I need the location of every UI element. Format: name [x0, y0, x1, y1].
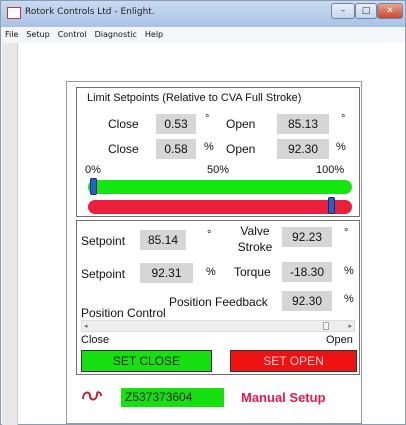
percent-unit: %: [206, 266, 216, 278]
menu-diagnostic[interactable]: Diagnostic: [91, 27, 141, 39]
close-limit-slider[interactable]: [88, 180, 352, 194]
close-limit-slider-handle[interactable]: [90, 178, 98, 195]
open-limit-slider-handle[interactable]: [327, 197, 335, 214]
valve-stroke-label-line1: Valve: [240, 224, 270, 238]
menu-control[interactable]: Control: [54, 27, 91, 39]
position-feedback-label: Position Feedback: [169, 295, 268, 309]
app-icon: [7, 7, 21, 19]
set-open-button[interactable]: SET OPEN: [230, 350, 357, 372]
limit-setpoints-heading: Limit Setpoints (Relative to CVA Full St…: [87, 92, 302, 104]
torque-label: Torque: [234, 265, 271, 279]
rotork-logo-icon: [82, 391, 102, 401]
left-scrollbar[interactable]: [2, 43, 18, 425]
degree-unit: °: [207, 229, 212, 241]
app-window: Rotork Controls Ltd - Enlight. – □ ✕ Fil…: [0, 0, 406, 425]
menu-file[interactable]: File: [1, 27, 22, 39]
open-label: Open: [226, 142, 256, 156]
degree-unit: °: [344, 227, 349, 239]
close-percent-value: 0.58: [156, 139, 196, 159]
close-label: Close: [108, 142, 139, 156]
valve-stroke-label-line2: Stroke: [237, 240, 273, 254]
close-label: Close: [108, 117, 139, 131]
open-percent-value: 92.30: [277, 139, 329, 159]
title-bar: Rotork Controls Ltd - Enlight. – □ ✕: [1, 1, 405, 27]
valve-stroke-label: Valve Stroke: [236, 223, 274, 255]
close-button[interactable]: ✕: [377, 3, 403, 19]
degree-unit: °: [341, 113, 346, 125]
setpoint-label: Setpoint: [81, 267, 126, 281]
setpoint-percent-value: 92.31: [140, 263, 193, 283]
position-control-label: Position Control: [81, 306, 166, 320]
position-feedback-value: 92.30: [282, 291, 332, 311]
percent-unit: %: [344, 293, 354, 305]
open-degrees-value: 85.13: [277, 114, 329, 134]
maximize-button[interactable]: □: [355, 3, 377, 19]
scroll-thumb[interactable]: [322, 322, 329, 330]
open-limit-slider[interactable]: [88, 200, 352, 214]
degree-unit: °: [205, 113, 210, 125]
minimize-button[interactable]: –: [331, 3, 355, 19]
scroll-left-arrow-icon[interactable]: ◂: [84, 321, 88, 331]
close-degrees-value: 0.53: [156, 114, 196, 134]
menu-help[interactable]: Help: [141, 27, 167, 39]
scale-100-label: 100%: [316, 164, 345, 176]
setpoint-label: Setpoint: [81, 234, 126, 248]
position-control-scrollbar[interactable]: ◂ ▸: [81, 320, 355, 332]
mode-label: Manual Setup: [241, 390, 326, 405]
serial-number: Z537373604: [121, 388, 224, 407]
scale-0-label: 0%: [85, 164, 101, 176]
close-end-label: Close: [81, 334, 110, 346]
menu-setup[interactable]: Setup: [22, 27, 53, 39]
percent-unit: %: [204, 141, 214, 153]
window-title: Rotork Controls Ltd - Enlight.: [25, 7, 155, 17]
open-label: Open: [226, 117, 256, 131]
scale-50-label: 50%: [207, 164, 230, 176]
torque-value: -18.30: [282, 262, 332, 282]
menu-bar: File Setup Control Diagnostic Help: [1, 27, 405, 43]
percent-unit: %: [336, 141, 346, 153]
open-end-label: Open: [326, 334, 353, 346]
scroll-right-arrow-icon[interactable]: ▸: [348, 321, 352, 331]
percent-unit: %: [344, 265, 354, 277]
setpoint-degrees-value: 85.14: [140, 230, 186, 250]
valve-stroke-value: 92.23: [282, 227, 332, 247]
set-close-button[interactable]: SET CLOSE: [81, 350, 212, 372]
